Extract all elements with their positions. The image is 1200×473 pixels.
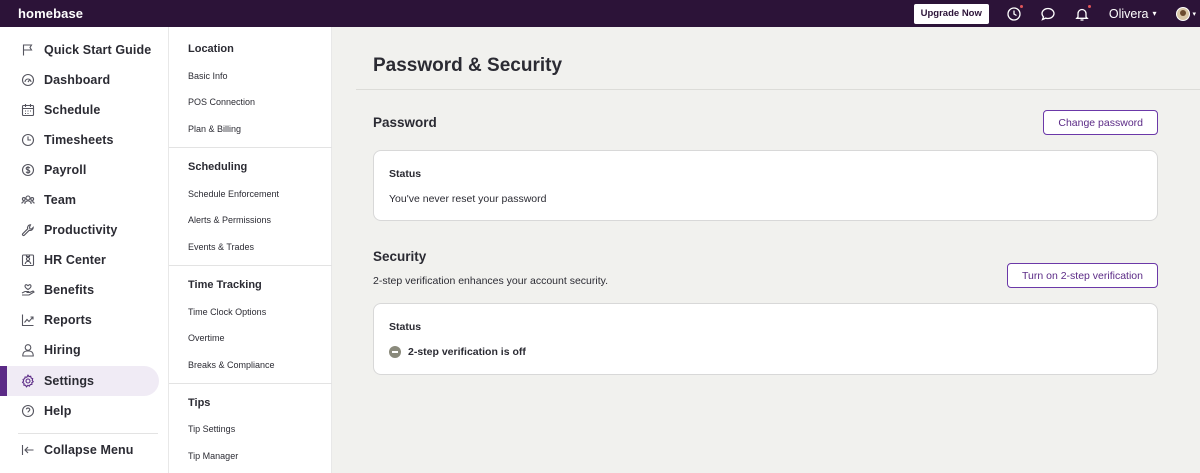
sidebar-item-label: Reports	[44, 313, 92, 327]
sidebar-item-benefits[interactable]: Benefits	[0, 275, 159, 305]
id-card-icon	[20, 252, 36, 268]
turn-on-2-step-verification-button[interactable]: Turn on 2-step verification	[1006, 263, 1158, 288]
clock-icon[interactable]	[1005, 4, 1023, 23]
notification-dot	[1087, 4, 1091, 8]
sidebar-item-label: Schedule	[44, 103, 101, 117]
person-icon	[20, 342, 36, 358]
sidebar-item-payroll[interactable]: Payroll	[0, 155, 159, 185]
status-label: Status	[389, 168, 422, 180]
subnav-divider	[169, 265, 332, 266]
top-bar-actions: Upgrade Now Olivera ▾ ▾	[913, 0, 1200, 27]
title-divider	[356, 89, 1200, 90]
subnav-item-tip-settings[interactable]: Tip Settings	[188, 424, 235, 434]
chevron-down-icon[interactable]: ▾	[1152, 9, 1156, 18]
sidebar-item-label: Help	[44, 404, 72, 418]
clock-icon	[20, 132, 36, 148]
change-password-button[interactable]: Change password	[1043, 110, 1158, 135]
subnav-heading-scheduling: Scheduling	[188, 161, 248, 173]
password-status-card: Status You've never reset your password	[373, 150, 1158, 221]
homebase-logo[interactable]: homebase	[18, 6, 83, 21]
sidebar-item-label: Timesheets	[44, 133, 114, 147]
sidebar-item-quick-start-guide[interactable]: Quick Start Guide	[0, 35, 159, 65]
page-title: Password & Security	[373, 55, 563, 76]
user-menu[interactable]: Olivera	[1109, 7, 1149, 21]
top-bar: homebase Upgrade Now Olivera ▾ ▾	[0, 0, 1200, 27]
sidebar-item-label: Settings	[44, 374, 95, 388]
subnav-item-breaks-compliance[interactable]: Breaks & Compliance	[188, 360, 275, 370]
subnav-item-tip-manager[interactable]: Tip Manager	[188, 451, 238, 461]
subnav-item-time-clock-options[interactable]: Time Clock Options	[188, 307, 266, 317]
collapse-menu-label: Collapse Menu	[44, 443, 134, 457]
sidebar-item-team[interactable]: Team	[0, 185, 159, 215]
sidebar-item-timesheets[interactable]: Timesheets	[0, 125, 159, 155]
avatar[interactable]	[1176, 6, 1191, 21]
main-content: Password & Security Password Change pass…	[332, 27, 1200, 473]
password-status-text: You've never reset your password	[389, 193, 547, 205]
wrench-icon	[20, 222, 36, 238]
subnav-item-schedule-enforcement[interactable]: Schedule Enforcement	[188, 189, 279, 199]
subnav-divider	[169, 383, 332, 384]
sidebar-item-label: Team	[44, 193, 77, 207]
minus-circle-icon	[389, 346, 401, 358]
chevron-down-icon[interactable]: ▾	[1192, 10, 1196, 18]
sidebar-item-label: Hiring	[44, 343, 81, 357]
sidebar-item-label: HR Center	[44, 253, 107, 267]
collapse-menu-button[interactable]: Collapse Menu	[0, 435, 159, 465]
team-icon	[20, 192, 36, 208]
sidebar-item-label: Quick Start Guide	[44, 43, 152, 57]
two-step-status: 2-step verification is off	[389, 346, 526, 358]
sidebar-item-label: Benefits	[44, 283, 95, 297]
hand-icon	[20, 282, 36, 298]
sidebar-item-help[interactable]: Help	[0, 396, 159, 426]
collapse-arrow-icon	[20, 442, 36, 458]
subnav-item-pos-connection[interactable]: POS Connection	[188, 97, 255, 107]
status-label: Status	[389, 321, 422, 333]
subnav-heading-location: Location	[188, 43, 234, 55]
dollar-icon	[20, 162, 36, 178]
notification-dot	[1019, 4, 1023, 8]
subnav-divider	[169, 147, 332, 148]
upgrade-now-button[interactable]: Upgrade Now	[913, 3, 989, 24]
security-status-card: Status 2-step verification is off	[373, 303, 1158, 375]
chat-icon[interactable]	[1039, 5, 1057, 23]
subnav-item-plan-billing[interactable]: Plan & Billing	[188, 124, 241, 134]
settings-subnav: Location Basic Info POS Connection Plan …	[168, 27, 332, 473]
security-description: 2-step verification enhances your accoun…	[373, 275, 609, 287]
sidebar-item-schedule[interactable]: Schedule	[0, 95, 159, 125]
subnav-heading-tips: Tips	[188, 397, 211, 409]
sidebar-item-productivity[interactable]: Productivity	[0, 215, 159, 245]
sidebar-item-hiring[interactable]: Hiring	[0, 335, 159, 365]
security-section-title: Security	[373, 249, 427, 264]
question-icon	[20, 403, 36, 419]
subnav-item-basic-info[interactable]: Basic Info	[188, 71, 228, 81]
gear-icon	[20, 373, 36, 389]
sidebar-item-label: Dashboard	[44, 73, 111, 87]
sidebar-item-dashboard[interactable]: Dashboard	[0, 65, 159, 95]
calendar-icon	[20, 102, 36, 118]
password-section-title: Password	[373, 115, 437, 130]
sidebar-item-settings[interactable]: Settings	[0, 366, 159, 396]
subnav-heading-time-tracking: Time Tracking	[188, 279, 262, 291]
sidebar-divider	[18, 433, 158, 434]
two-step-status-text: 2-step verification is off	[408, 346, 526, 358]
sidebar-item-label: Productivity	[44, 223, 118, 237]
gauge-icon	[20, 72, 36, 88]
sidebar: Quick Start Guide Dashboard Schedule Tim…	[0, 27, 168, 473]
subnav-item-overtime[interactable]: Overtime	[188, 333, 225, 343]
sidebar-item-reports[interactable]: Reports	[0, 305, 159, 335]
flag-icon	[20, 42, 36, 58]
subnav-item-events-trades[interactable]: Events & Trades	[188, 242, 254, 252]
subnav-item-alerts-permissions[interactable]: Alerts & Permissions	[188, 215, 271, 225]
sidebar-item-label: Payroll	[44, 163, 87, 177]
bell-icon[interactable]	[1073, 4, 1091, 23]
sidebar-item-hr-center[interactable]: HR Center	[0, 245, 159, 275]
chart-icon	[20, 312, 36, 328]
